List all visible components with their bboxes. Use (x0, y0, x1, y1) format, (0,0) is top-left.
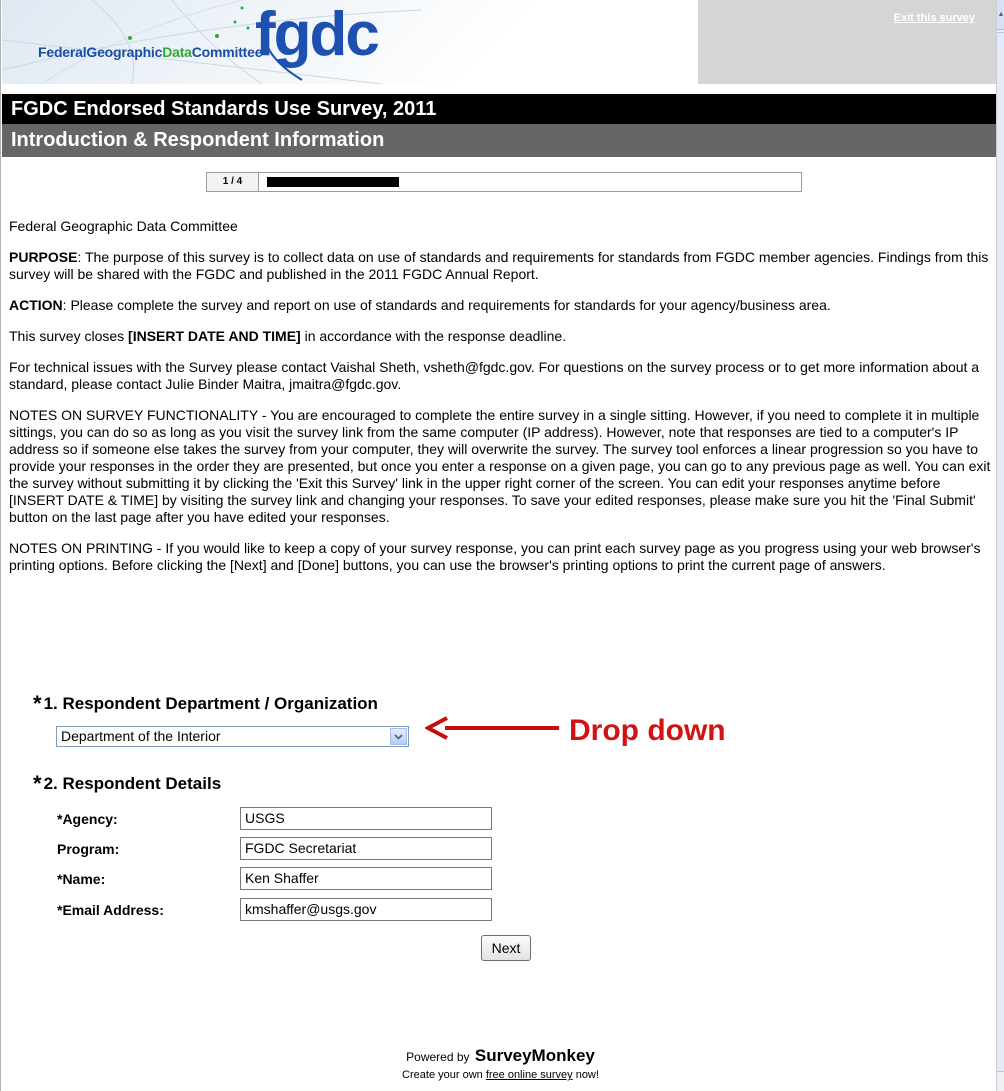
free-survey-link[interactable]: free online survey (486, 1069, 573, 1081)
required-asterisk: * (33, 771, 42, 796)
action-label: ACTION (9, 297, 63, 313)
required-asterisk: * (33, 691, 42, 716)
create-survey-line: Create your own free online survey now! (402, 1069, 599, 1081)
functionality-notes: NOTES ON SURVEY FUNCTIONALITY - You are … (9, 407, 991, 525)
department-dropdown[interactable]: Department of the Interior (56, 726, 409, 747)
agency-field[interactable]: USGS (240, 807, 492, 830)
scroll-up-icon[interactable]: ▲ (997, 0, 1004, 30)
department-selected-value: Department of the Interior (61, 728, 221, 744)
survey-header: FederalGeographicDataCommittee fgdc Exit… (2, 0, 997, 84)
survey-page: FederalGeographicDataCommittee fgdc Exit… (0, 0, 999, 1091)
logo-fgdc-mark: fgdc (255, 0, 380, 69)
surveymonkey-brand: SurveyMonkey (474, 1046, 595, 1065)
exit-survey-link[interactable]: Exit this survey (894, 12, 975, 24)
section-title: Introduction & Respondent Information (2, 124, 997, 157)
question-1-title: * 1. Respondent Department / Organization (33, 691, 378, 716)
contact-paragraph: For technical issues with the Survey ple… (9, 359, 980, 392)
closing-paragraph: This survey closes [INSERT DATE AND TIME… (9, 328, 567, 344)
name-label: *Name: (57, 871, 106, 887)
annotation-arrow-icon (425, 716, 559, 740)
question-2-title: * 2. Respondent Details (33, 771, 222, 796)
agency-label: *Agency: (57, 811, 118, 827)
name-field[interactable]: Ken Shaffer (240, 867, 492, 890)
vertical-scrollbar[interactable]: ▲ (996, 0, 1004, 1091)
purpose-paragraph: PURPOSE: The purpose of this survey is t… (9, 249, 993, 283)
annotation-label: Drop down (569, 714, 726, 747)
scrollbar-thumb[interactable] (997, 32, 1004, 1072)
purpose-label: PURPOSE (9, 249, 78, 265)
chevron-down-icon[interactable] (390, 728, 407, 745)
action-paragraph: ACTION: Please complete the survey and r… (9, 297, 993, 314)
program-field[interactable]: FGDC Secretariat (240, 837, 492, 860)
survey-title: FGDC Endorsed Standards Use Survey, 2011 (2, 94, 997, 124)
org-name: Federal Geographic Data Committee (9, 218, 238, 234)
progress-bar: 1 / 4 (206, 172, 802, 192)
email-label: *Email Address: (57, 902, 164, 918)
email-field[interactable]: kmshaffer@usgs.gov (240, 898, 492, 921)
progress-fill (267, 177, 399, 187)
program-label: Program: (57, 841, 120, 857)
printing-notes: NOTES ON PRINTING - If you would like to… (9, 540, 981, 573)
closing-date: [INSERT DATE AND TIME] (128, 328, 301, 344)
header-right-panel: Exit this survey (698, 0, 997, 84)
intro-text: Federal Geographic Data Committee PURPOS… (9, 218, 993, 588)
logo-wordmark: FederalGeographicDataCommittee (38, 44, 263, 60)
next-button[interactable]: Next (481, 935, 531, 961)
purpose-text: : The purpose of this survey is to colle… (9, 249, 989, 282)
action-text: : Please complete the survey and report … (62, 297, 831, 313)
fgdc-logo: FederalGeographicDataCommittee fgdc (2, 0, 698, 84)
powered-by: Powered by SurveyMonkey (406, 1046, 595, 1065)
progress-track (267, 177, 795, 187)
progress-label: 1 / 4 (207, 173, 259, 191)
